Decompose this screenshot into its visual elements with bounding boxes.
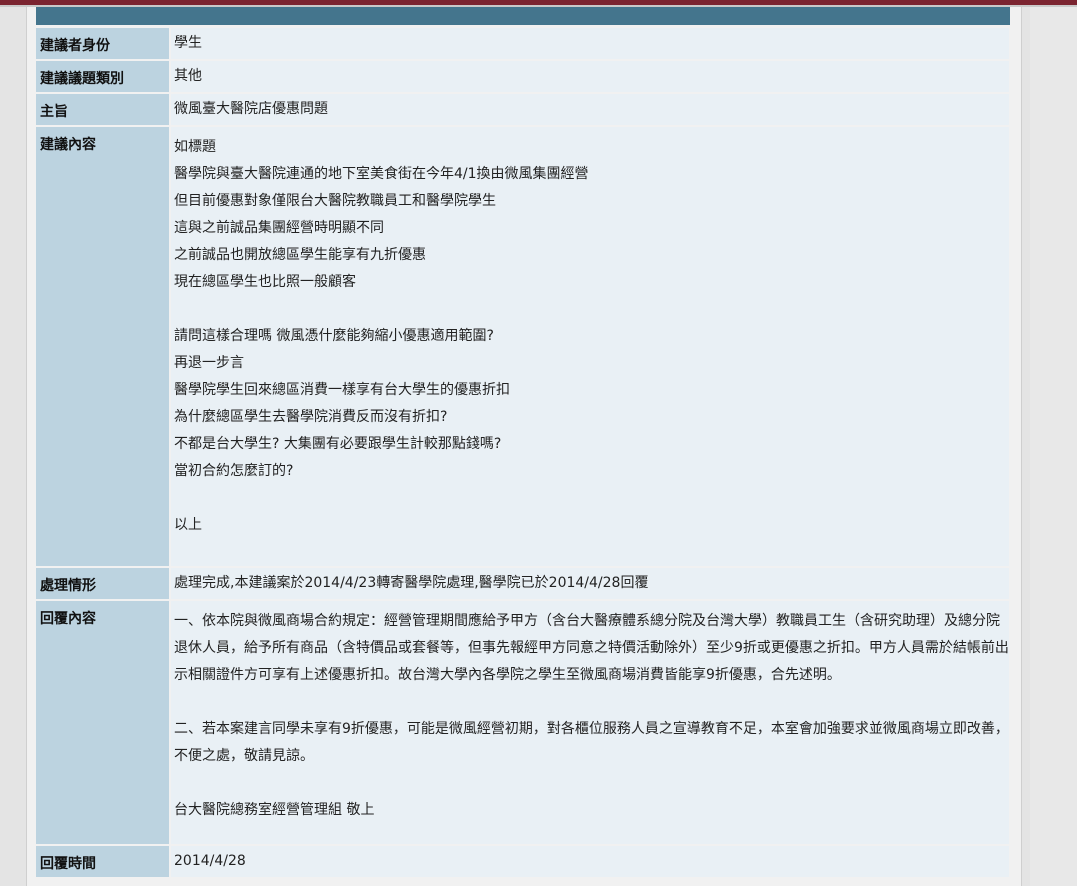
value-reply-time: 2014/4/28 xyxy=(171,846,1009,877)
value-subject: 微風臺大醫院店優惠問題 xyxy=(171,94,1009,125)
reply-text: 一、依本院與微風商場合約規定：經營管理期間應給予甲方（含台大醫療體系總分院及台灣… xyxy=(174,608,1009,824)
label-reply-time: 回覆時間 xyxy=(36,846,169,877)
content-line: 請問這樣合理嗎 微風憑什麼能夠縮小優惠適用範圍? xyxy=(174,328,494,344)
content-line: 如標題 xyxy=(174,139,216,155)
content-line: 但目前優惠對象僅限台大醫院教職員工和醫學院學生 xyxy=(174,193,496,209)
row-status: 處理情形 處理完成,本建議案於2014/4/23轉寄醫學院處理,醫學院已於201… xyxy=(36,568,1009,599)
content-line xyxy=(174,296,1009,323)
label-subject: 主旨 xyxy=(36,94,169,125)
label-reply: 回覆內容 xyxy=(36,601,169,844)
content-line: 再退一步言 xyxy=(174,355,244,371)
row-reply-time: 回覆時間 2014/4/28 xyxy=(36,846,1009,877)
value-reply: 一、依本院與微風商場合約規定：經營管理期間應給予甲方（含台大醫療體系總分院及台灣… xyxy=(171,601,1009,844)
suggestion-detail-table: 建議者身份 學生 建議議題類別 其他 主旨 微風臺大醫院店優惠問題 建議內容 如… xyxy=(34,26,1011,879)
value-identity: 學生 xyxy=(171,28,1009,59)
label-status: 處理情形 xyxy=(36,568,169,599)
content-text: 如標題醫學院與臺大醫院連通的地下室美食街在今年4/1換由微風集團經營 但目前優惠對… xyxy=(174,134,1009,539)
reply-paragraph-2: 二、若本案建言同學未享有9折優惠，可能是微風經營初期，對各櫃位服務人員之宣導教育… xyxy=(174,721,1009,764)
label-content: 建議內容 xyxy=(36,127,169,566)
page-margin xyxy=(1030,7,1077,886)
label-category: 建議議題類別 xyxy=(36,61,169,92)
content-line: 不都是台大學生? 大集團有必要跟學生計較那點錢嗎? xyxy=(174,436,502,452)
content-line: 以上 xyxy=(174,517,202,533)
content-line: 這與之前誠品集團經營時明顯不同 xyxy=(174,220,384,236)
content-line: 當初合約怎麼訂的? xyxy=(174,463,294,479)
reply-signature: 台大醫院總務室經營管理組 敬上 xyxy=(174,802,375,818)
row-category: 建議議題類別 其他 xyxy=(36,61,1009,92)
row-subject: 主旨 微風臺大醫院店優惠問題 xyxy=(36,94,1009,125)
content-line: 現在總區學生也比照一般顧客 xyxy=(174,274,356,290)
row-content: 建議內容 如標題醫學院與臺大醫院連通的地下室美食街在今年4/1換由微風集團經營但… xyxy=(36,127,1009,566)
row-identity: 建議者身份 學生 xyxy=(36,28,1009,59)
reply-spacer xyxy=(174,689,1009,716)
value-status: 處理完成,本建議案於2014/4/23轉寄醫學院處理,醫學院已於2014/4/2… xyxy=(171,568,1009,599)
content-line: 為什麼總區學生去醫學院消費反而沒有折扣? xyxy=(174,409,448,425)
content-line: 醫學院與臺大醫院連通的地下室美食街在今年4/1換由微風集團經營 xyxy=(174,166,589,182)
value-category: 其他 xyxy=(171,61,1009,92)
content-line: 醫學院學生回來總區消費一樣享有台大學生的優惠折扣 xyxy=(174,382,510,398)
reply-spacer xyxy=(174,770,1009,797)
label-identity: 建議者身份 xyxy=(36,28,169,59)
content-line xyxy=(174,485,1009,512)
value-content: 如標題醫學院與臺大醫院連通的地下室美食街在今年4/1換由微風集團經營 但目前優惠對… xyxy=(171,127,1009,566)
reply-paragraph-1: 一、依本院與微風商場合約規定：經營管理期間應給予甲方（含台大醫療體系總分院及台灣… xyxy=(174,613,1009,683)
table-header-bar xyxy=(36,7,1010,25)
row-reply: 回覆內容 一、依本院與微風商場合約規定：經營管理期間應給予甲方（含台大醫療體系總… xyxy=(36,601,1009,844)
content-line: 之前誠品也開放總區學生能享有九折優惠 xyxy=(174,247,426,263)
